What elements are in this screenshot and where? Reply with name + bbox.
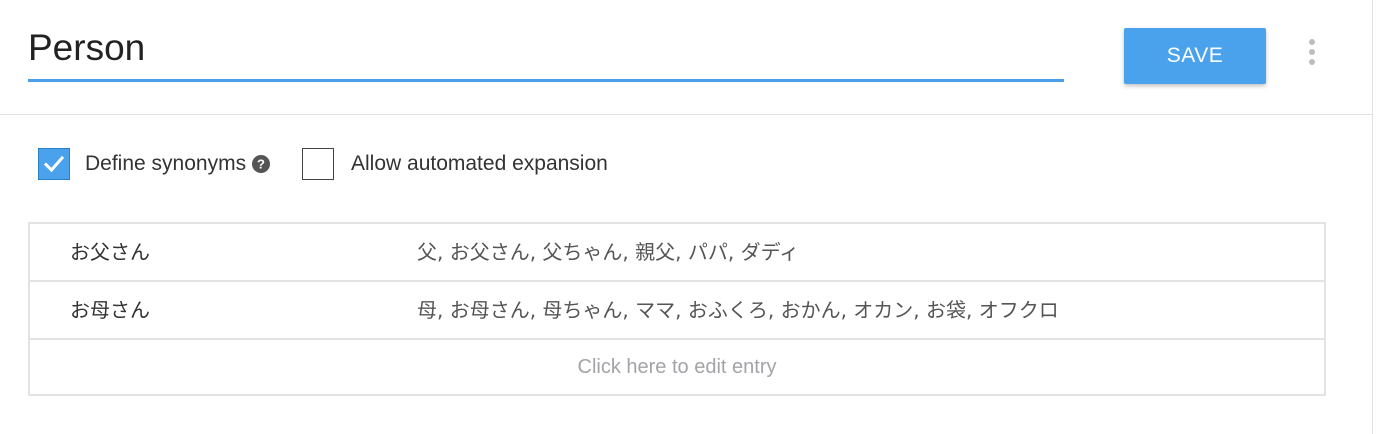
svg-text:?: ? [257, 157, 265, 172]
automated-expansion-label: Allow automated expansion [351, 152, 608, 175]
entry-synonyms: 父, お父さん, 父ちゃん, 親父, パパ, ダディ [417, 240, 800, 264]
entry-row[interactable]: お父さん 父, お父さん, 父ちゃん, 親父, パパ, ダディ [30, 224, 1324, 282]
entity-editor: SAVE Define synonyms ? Allow automated e… [0, 0, 1376, 434]
checkmark-icon [43, 155, 65, 173]
entries-table: お父さん 父, お父さん, 父ちゃん, 親父, パパ, ダディ お母さん 母, … [28, 222, 1326, 396]
entry-synonyms: 母, お母さん, 母ちゃん, ママ, おふくろ, おかん, オカン, お袋, オ… [417, 298, 1059, 322]
entity-header: SAVE [0, 0, 1372, 115]
page-right-border [1372, 0, 1373, 434]
save-button[interactable]: SAVE [1124, 28, 1266, 84]
define-synonyms-option: Define synonyms ? [38, 147, 271, 181]
entry-reference-value: お父さん [70, 240, 150, 264]
add-entry-placeholder[interactable]: Click here to edit entry [30, 340, 1324, 394]
automated-expansion-option: Allow automated expansion [302, 147, 608, 181]
define-synonyms-label: Define synonyms [85, 152, 247, 175]
help-circle-icon[interactable]: ? [252, 155, 271, 173]
automated-expansion-checkbox[interactable] [302, 148, 334, 180]
define-synonyms-checkbox[interactable] [38, 148, 70, 180]
entry-reference-value: お母さん [70, 298, 150, 322]
entry-row[interactable]: お母さん 母, お母さん, 母ちゃん, ママ, おふくろ, おかん, オカン, … [30, 282, 1324, 340]
more-vert-icon[interactable] [1300, 36, 1324, 68]
entity-name-input[interactable] [28, 22, 1064, 82]
